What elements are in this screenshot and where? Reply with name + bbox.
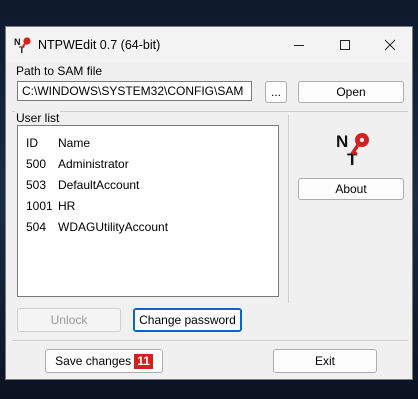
unlock-button[interactable]: Unlock	[17, 308, 121, 332]
user-name: DefaultAccount	[58, 178, 140, 192]
svg-text:N: N	[336, 132, 348, 151]
divider	[12, 340, 408, 341]
user-name: WDAGUtilityAccount	[58, 220, 169, 234]
user-id: 1001	[26, 199, 53, 213]
user-id: 504	[26, 220, 47, 234]
sam-path-field[interactable]: C:\WINDOWS\SYSTEM32\CONFIG\SAM	[17, 81, 252, 101]
user-row[interactable]: 1001 HR	[18, 197, 278, 217]
app-key-icon: N T	[14, 37, 31, 54]
user-name: Administrator	[58, 157, 129, 171]
user-row[interactable]: 504 WDAGUtilityAccount	[18, 218, 278, 238]
annotation-badge: 11	[134, 353, 153, 369]
minimize-button[interactable]	[276, 27, 322, 63]
close-icon	[384, 39, 396, 51]
path-group-label: Path to SAM file	[15, 64, 104, 78]
nt-key-logo: N T	[336, 132, 369, 167]
vertical-divider	[288, 115, 289, 303]
open-button[interactable]: Open	[298, 81, 404, 103]
user-id: 500	[26, 157, 47, 171]
maximize-button[interactable]	[322, 27, 368, 63]
user-list-group-label: User list	[15, 111, 61, 125]
window-title: NTPWEdit 0.7 (64-bit)	[38, 38, 161, 52]
user-list[interactable]: ID Name 500 Administrator 503 DefaultAcc…	[17, 125, 279, 297]
user-row[interactable]: 500 Administrator	[18, 155, 278, 175]
divider	[12, 111, 408, 112]
user-row[interactable]: 503 DefaultAccount	[18, 176, 278, 196]
close-button[interactable]	[367, 27, 413, 63]
minimize-icon	[294, 45, 304, 46]
column-header-name[interactable]: Name	[58, 136, 90, 150]
user-id: 503	[26, 178, 47, 192]
column-header-id[interactable]: ID	[26, 136, 38, 150]
save-changes-label: Save changes	[55, 354, 132, 368]
title-bar: N T NTPWEdit 0.7 (64-bit)	[6, 27, 412, 63]
change-password-button[interactable]: Change password	[133, 308, 242, 332]
ntpwedit-window: N T NTPWEdit 0.7 (64-bit) Path to SAM fi…	[5, 26, 413, 380]
exit-button[interactable]: Exit	[273, 349, 377, 373]
maximize-icon	[340, 40, 350, 50]
user-name: HR	[58, 199, 76, 213]
browse-button[interactable]: ...	[265, 81, 287, 103]
save-changes-button[interactable]: Save changes 11	[45, 349, 163, 373]
about-button[interactable]: About	[298, 178, 404, 200]
